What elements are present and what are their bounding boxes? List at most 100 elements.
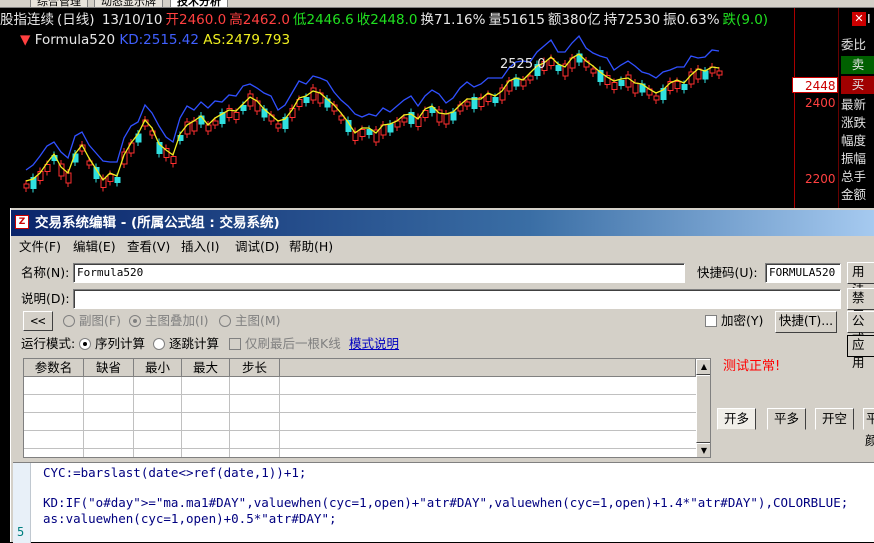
mainchart-label: 主图(M) xyxy=(235,313,281,328)
param-col-default[interactable]: 缺省 xyxy=(84,359,134,377)
candle-body xyxy=(674,81,681,89)
candle-body xyxy=(212,120,219,126)
usage-button[interactable]: 用法 xyxy=(847,262,874,297)
param-col-max[interactable]: 最大 xyxy=(182,359,230,377)
color-label: 颜 xyxy=(865,433,874,448)
tick-radio[interactable] xyxy=(153,338,165,350)
quote-label: 金额 xyxy=(841,187,867,202)
as-line xyxy=(25,53,720,182)
tab-close-short[interactable]: 平 xyxy=(863,408,874,430)
change-value: 跌(9.0) xyxy=(722,12,769,28)
disable-button[interactable]: 禁用 xyxy=(847,288,874,323)
menu-debug[interactable]: 调试(D) xyxy=(235,238,279,256)
candle-body xyxy=(401,117,408,123)
scroll-down-icon[interactable]: ▼ xyxy=(696,443,710,457)
mainchart-radio xyxy=(219,315,231,327)
period-label: (日线) xyxy=(57,12,95,28)
param-col-blank xyxy=(280,359,696,377)
amount-value: 额380亿 xyxy=(547,12,601,28)
candle-body xyxy=(65,172,72,184)
candle-body xyxy=(625,74,632,88)
candle-body xyxy=(233,112,240,120)
code-line[interactable]: KD:IF("o#day">="ma.ma1#DAY",valuewhen(cy… xyxy=(43,495,848,511)
param-table[interactable]: 参数名 缺省 最小 最大 步长 ▲ ▼ xyxy=(23,358,711,458)
name-input[interactable]: Formula520 xyxy=(73,263,685,283)
menu-insert[interactable]: 插入(I) xyxy=(181,238,219,256)
quote-label: 幅度 xyxy=(841,133,867,148)
candle-body xyxy=(618,80,625,86)
candle-body xyxy=(240,105,247,111)
menu-edit[interactable]: 编辑(E) xyxy=(73,238,116,256)
tab-overview[interactable]: 综合管理 xyxy=(30,0,88,7)
param-col-name[interactable]: 参数名 xyxy=(24,359,84,377)
table-row[interactable] xyxy=(24,395,696,413)
mode-help-link[interactable]: 模式说明 xyxy=(349,335,399,353)
candle-body xyxy=(681,84,688,90)
indicator-legend: ▼ Formula520 KD:2515.42 AS:2479.793 xyxy=(20,31,290,49)
collapse-button[interactable]: << xyxy=(23,311,53,331)
quote-label: 最新 xyxy=(841,97,867,112)
candle-body xyxy=(114,177,121,183)
price-tick: 2200 xyxy=(805,172,836,186)
grid-line xyxy=(229,377,230,457)
quote-panel: I 委比 卖 买 最新 涨跌 幅度 振幅 总手 金额 xyxy=(838,8,874,208)
app-icon: Z xyxy=(15,215,29,229)
bar-date: 13/10/10 xyxy=(101,12,163,28)
param-col-step[interactable]: 步长 xyxy=(230,359,280,377)
scroll-thumb[interactable] xyxy=(696,375,710,443)
candle-body xyxy=(702,70,709,80)
overlay-label: 主图叠加(I) xyxy=(145,313,209,328)
apply-button[interactable]: 应用 xyxy=(847,335,874,370)
price-tick: 2400 xyxy=(805,96,836,110)
tab-technical-analysis[interactable]: 技术分析 xyxy=(170,0,228,7)
last-k-label: 仅刷最后一根K线 xyxy=(245,336,341,351)
overlay-radio xyxy=(129,315,141,327)
subchart-radio xyxy=(63,315,75,327)
scroll-up-icon[interactable]: ▲ xyxy=(696,359,710,375)
grid-line xyxy=(133,377,134,457)
tab-strip: 综合管理 动态显示牌 技术分析 xyxy=(0,0,874,8)
high-annotation: 2525.0 xyxy=(500,57,546,72)
code-line[interactable]: as:valuewhen(cyc=1,open)+0.5*"atr#DAY"; xyxy=(43,511,337,527)
kd-value: KD:2515.42 xyxy=(119,32,199,48)
sequence-radio[interactable] xyxy=(79,338,91,350)
menu-help[interactable]: 帮助(H) xyxy=(289,238,333,256)
candle-body xyxy=(611,82,618,90)
quote-label: 总手 xyxy=(841,169,867,184)
run-mode-label: 运行模式: xyxy=(21,336,76,351)
subchart-label: 副图(F) xyxy=(79,313,121,328)
candle-body xyxy=(359,129,366,137)
table-row[interactable] xyxy=(24,431,696,449)
menu-file[interactable]: 文件(F) xyxy=(19,238,61,256)
tab-open-short[interactable]: 开空 xyxy=(815,408,855,430)
encrypt-checkbox[interactable] xyxy=(705,315,717,327)
tab-open-long[interactable]: 开多 xyxy=(717,408,757,430)
candle-body xyxy=(107,174,114,182)
as-value: AS:2479.793 xyxy=(203,32,291,48)
candle-body xyxy=(485,94,492,102)
formula-button[interactable]: 公式 xyxy=(847,311,874,346)
last-k-checkbox xyxy=(229,338,241,350)
sell-label[interactable]: 卖 xyxy=(841,56,874,74)
desc-input[interactable] xyxy=(73,289,841,309)
table-scrollbar[interactable]: ▲ ▼ xyxy=(696,359,710,457)
code-editor[interactable]: CYC:=barslast(date<>ref(date,1))+1; KD:I… xyxy=(13,462,874,543)
candle-body xyxy=(450,111,457,121)
candle-body xyxy=(23,183,30,189)
volume-value: 量51615 xyxy=(488,12,545,28)
shortcut-input[interactable]: FORMULA520 xyxy=(765,263,841,283)
tab-dynamic-board[interactable]: 动态显示牌 xyxy=(94,0,163,7)
price-axis: 2400 2200 xyxy=(794,8,838,208)
candle-body xyxy=(520,79,527,87)
table-row[interactable] xyxy=(24,413,696,431)
menu-view[interactable]: 查看(V) xyxy=(127,238,170,256)
param-col-min[interactable]: 最小 xyxy=(134,359,182,377)
quick-button[interactable]: 快捷(T)... xyxy=(775,311,837,333)
tab-close-long[interactable]: 平多 xyxy=(767,408,807,430)
close-icon[interactable]: ✕ xyxy=(852,12,866,26)
candle-body xyxy=(716,70,723,76)
code-line[interactable]: CYC:=barslast(date<>ref(date,1))+1; xyxy=(43,465,306,481)
table-row[interactable] xyxy=(24,377,696,395)
amplitude-value: 振0.63% xyxy=(663,12,720,28)
buy-label[interactable]: 买 xyxy=(841,76,874,94)
